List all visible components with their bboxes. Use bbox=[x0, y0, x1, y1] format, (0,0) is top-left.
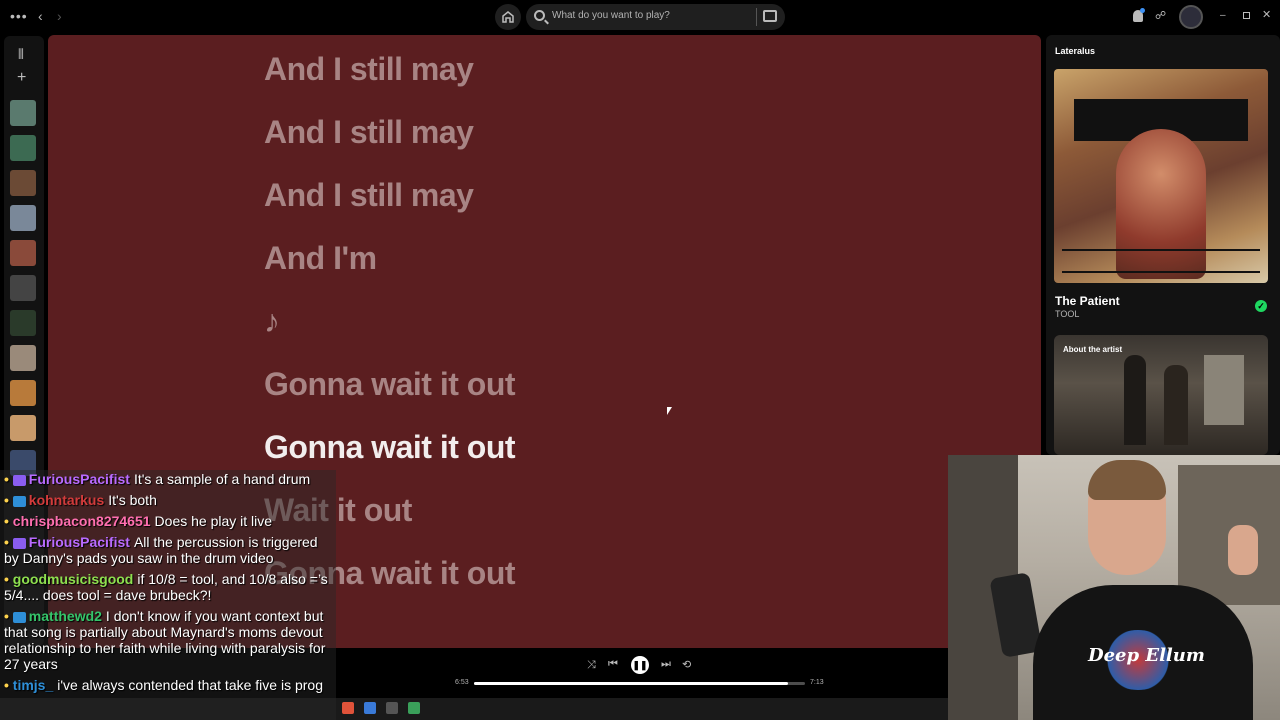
lyric-line[interactable]: And I still may bbox=[264, 177, 474, 214]
lyric-line[interactable]: And I still may bbox=[264, 51, 474, 88]
chat-username[interactable]: FuriousPacifist bbox=[29, 471, 130, 487]
chat-username[interactable]: matthewd2 bbox=[29, 608, 102, 624]
chevron-left-icon[interactable]: ‹ bbox=[38, 8, 43, 24]
search-input[interactable]: What do you want to play? bbox=[526, 4, 785, 30]
screen: ••• ‹ › What do you want to play? ☍ – ✕ … bbox=[0, 0, 1280, 720]
library-icon[interactable]: ⫴ bbox=[18, 46, 24, 63]
lyric-line[interactable]: Gonna wait it out bbox=[264, 366, 516, 403]
chat-message: • matthewd2 I don't know if you want cont… bbox=[4, 608, 332, 672]
chat-message: • chrispbacon8274651 Does he play it live bbox=[4, 513, 332, 529]
chat-bullet-icon: • bbox=[4, 534, 13, 550]
library-item[interactable] bbox=[10, 415, 36, 441]
lyric-line[interactable]: And I still may bbox=[264, 114, 474, 151]
previous-icon[interactable]: ⏮ bbox=[608, 658, 618, 671]
maximize-button[interactable] bbox=[1243, 12, 1250, 19]
chat-text: i've always contended that take five is … bbox=[57, 677, 323, 693]
photo-person bbox=[1124, 355, 1146, 445]
chat-message: • kohntarkus It's both bbox=[4, 492, 332, 508]
progress-bar[interactable] bbox=[474, 682, 805, 685]
lyric-line-active[interactable]: Gonna wait it out bbox=[264, 429, 516, 466]
library-item[interactable] bbox=[10, 310, 36, 336]
home-icon bbox=[502, 11, 514, 23]
taskbar-app-icon[interactable] bbox=[386, 702, 398, 714]
pause-button[interactable]: ❚❚ bbox=[631, 656, 649, 674]
search-placeholder: What do you want to play? bbox=[552, 10, 670, 21]
context-title[interactable]: Lateralus bbox=[1055, 46, 1095, 56]
cover-script bbox=[1062, 249, 1260, 273]
repeat-icon[interactable]: ⟲ bbox=[682, 658, 691, 671]
track-title[interactable]: The Patient bbox=[1055, 294, 1120, 308]
avatar[interactable] bbox=[1179, 5, 1203, 29]
library-item[interactable] bbox=[10, 100, 36, 126]
chat-message: • FuriousPacifist It's a sample of a hand… bbox=[4, 471, 332, 487]
chat-bullet-icon: • bbox=[4, 571, 13, 587]
chat-message: • FuriousPacifist All the percussion is t… bbox=[4, 534, 332, 566]
chat-badge-icon bbox=[12, 537, 26, 549]
shirt-logo-text: Deep Ellum bbox=[1088, 645, 1205, 666]
library-item[interactable] bbox=[10, 345, 36, 371]
home-button[interactable] bbox=[495, 4, 521, 30]
chat-badge-icon bbox=[12, 495, 26, 507]
chat-badge-icon bbox=[12, 611, 26, 623]
library-item[interactable] bbox=[10, 205, 36, 231]
streamer-hand bbox=[1228, 525, 1258, 575]
chat-bullet-icon: • bbox=[4, 492, 13, 508]
current-time: 6:53 bbox=[455, 679, 469, 686]
lyric-line[interactable]: And I'm bbox=[264, 240, 377, 277]
chat-overlay: • FuriousPacifist It's a sample of a hand… bbox=[0, 470, 336, 720]
library-item[interactable] bbox=[10, 135, 36, 161]
chat-message-list: • FuriousPacifist It's a sample of a hand… bbox=[4, 471, 332, 698]
mouse-cursor bbox=[667, 407, 672, 415]
check-circle-icon[interactable]: ✓ bbox=[1255, 300, 1267, 312]
chat-text: It's both bbox=[108, 492, 157, 508]
taskbar-app-icon[interactable] bbox=[364, 702, 376, 714]
chat-username[interactable]: timjs_ bbox=[13, 677, 53, 693]
browse-icon[interactable] bbox=[763, 10, 777, 22]
create-plus-icon[interactable]: + bbox=[17, 69, 26, 87]
top-bar: ••• ‹ › What do you want to play? ☍ – ✕ bbox=[0, 0, 1280, 34]
about-artist-card[interactable]: About the artist bbox=[1054, 335, 1268, 455]
chat-bullet-icon: • bbox=[4, 513, 13, 529]
chat-message: • timjs_ i've always contended that take … bbox=[4, 677, 332, 693]
chat-username[interactable]: kohntarkus bbox=[29, 492, 104, 508]
search-icon bbox=[534, 10, 545, 21]
photo-window bbox=[1204, 355, 1244, 425]
library-item[interactable] bbox=[10, 240, 36, 266]
shuffle-icon[interactable]: ⤨ bbox=[587, 659, 596, 672]
library-item[interactable] bbox=[10, 380, 36, 406]
chat-bullet-icon: • bbox=[4, 677, 13, 693]
about-artist-label: About the artist bbox=[1063, 345, 1123, 354]
streamer-hair bbox=[1088, 460, 1166, 500]
chat-text: It's a sample of a hand drum bbox=[133, 471, 311, 487]
lyric-line[interactable]: ♪ bbox=[264, 303, 280, 340]
webcam-feed: Deep Ellum bbox=[948, 455, 1280, 720]
progress-fill bbox=[474, 682, 789, 685]
library-item[interactable] bbox=[10, 170, 36, 196]
total-time: 7:13 bbox=[810, 679, 824, 686]
search-divider bbox=[756, 8, 757, 26]
minimize-button[interactable]: – bbox=[1220, 10, 1226, 21]
photo-person bbox=[1164, 365, 1188, 445]
chat-bullet-icon: • bbox=[4, 471, 13, 487]
chat-username[interactable]: FuriousPacifist bbox=[29, 534, 130, 550]
next-icon[interactable]: ⏭ bbox=[661, 658, 671, 671]
notification-dot bbox=[1140, 8, 1145, 13]
close-button[interactable]: ✕ bbox=[1262, 8, 1271, 21]
chat-username[interactable]: chrispbacon8274651 bbox=[13, 513, 151, 529]
friends-icon[interactable]: ☍ bbox=[1155, 9, 1166, 22]
library-item[interactable] bbox=[10, 275, 36, 301]
more-dots-icon[interactable]: ••• bbox=[10, 8, 28, 24]
track-artist[interactable]: TOOL bbox=[1055, 309, 1079, 319]
chat-username[interactable]: goodmusicisgood bbox=[13, 571, 134, 587]
taskbar-app-icon[interactable] bbox=[408, 702, 420, 714]
chevron-right-icon[interactable]: › bbox=[57, 8, 62, 24]
taskbar-app-icon[interactable] bbox=[342, 702, 354, 714]
now-playing-panel: Lateralus The Patient TOOL ✓ About the a… bbox=[1046, 35, 1280, 455]
album-cover[interactable] bbox=[1054, 69, 1268, 283]
chat-badge-icon bbox=[12, 474, 26, 486]
chat-bullet-icon: • bbox=[4, 608, 13, 624]
chat-text: Does he play it live bbox=[154, 513, 273, 529]
chat-message: • goodmusicisgood if 10/8 = tool, and 10/… bbox=[4, 571, 332, 603]
